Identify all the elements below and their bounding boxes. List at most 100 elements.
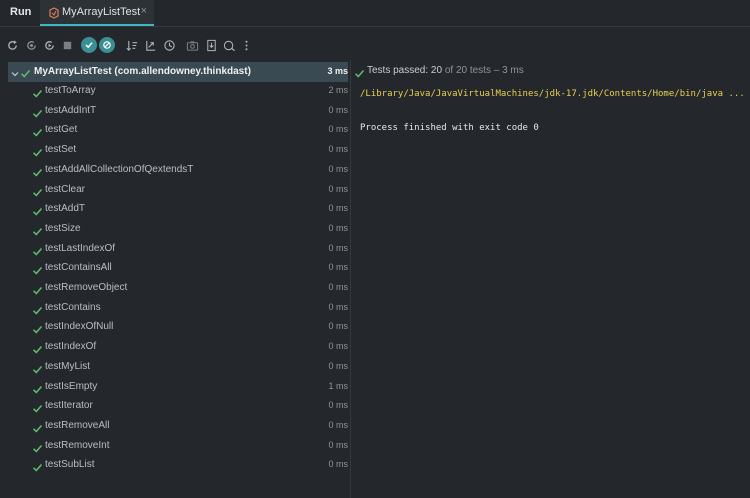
test-name: testSubList bbox=[45, 459, 95, 471]
screenshot-icon[interactable] bbox=[184, 37, 200, 53]
panel-divider[interactable] bbox=[350, 60, 351, 498]
test-row[interactable]: testSize 0 ms bbox=[8, 220, 348, 239]
test-row[interactable]: testSet 0 ms bbox=[8, 141, 348, 160]
test-row[interactable]: testToArray 2 ms bbox=[8, 82, 348, 101]
java-command-line[interactable]: /Library/Java/JavaVirtualMachines/jdk-17… bbox=[360, 89, 745, 99]
test-row[interactable]: testLastIndexOf 0 ms bbox=[8, 240, 348, 259]
tab-myarraylisttest[interactable]: MyArrayListTest × bbox=[40, 0, 154, 26]
test-name: testAddAllCollectionOfQextendsT bbox=[45, 163, 194, 175]
process-exit-message: Process finished with exit code 0 bbox=[360, 123, 539, 133]
test-row[interactable]: testRemoveObject 0 ms bbox=[8, 279, 348, 298]
stop-icon[interactable] bbox=[59, 37, 75, 53]
test-row[interactable]: testAddIntT 0 ms bbox=[8, 102, 348, 121]
test-duration: 0 ms bbox=[328, 124, 348, 135]
test-name: testRemoveInt bbox=[45, 439, 110, 451]
passed-check-icon bbox=[32, 283, 43, 295]
test-row[interactable]: testClear 0 ms bbox=[8, 181, 348, 200]
passed-check-icon bbox=[32, 165, 43, 177]
test-suite-row[interactable]: MyArrayListTest (com.allendowney.thinkda… bbox=[8, 62, 348, 82]
test-duration: 1 ms bbox=[328, 380, 348, 391]
test-duration: 0 ms bbox=[328, 203, 348, 214]
test-duration: 0 ms bbox=[328, 459, 348, 470]
test-name: testClear bbox=[45, 183, 86, 195]
test-row[interactable]: testRemoveInt 0 ms bbox=[8, 437, 348, 456]
tests-passed-summary: Tests passed: 20 of 20 tests – 3 ms bbox=[367, 65, 524, 76]
test-row[interactable]: testIterator 0 ms bbox=[8, 397, 348, 416]
passed-check-icon bbox=[32, 322, 43, 335]
passed-check-icon bbox=[32, 106, 43, 118]
test-row[interactable]: testGet 0 ms bbox=[8, 121, 348, 140]
passed-check-icon bbox=[354, 66, 365, 78]
test-name: testAddT bbox=[45, 203, 86, 215]
passed-check-icon bbox=[32, 342, 43, 354]
more-icon[interactable] bbox=[238, 37, 254, 53]
passed-check-icon bbox=[32, 382, 43, 394]
test-config-icon bbox=[48, 6, 60, 19]
rerun-failed-icon[interactable] bbox=[23, 37, 39, 53]
test-duration: 0 ms bbox=[328, 360, 348, 371]
passed-check-icon bbox=[32, 401, 43, 413]
passed-check-icon bbox=[32, 125, 43, 138]
export-icon[interactable] bbox=[221, 37, 237, 53]
rerun-auto-icon[interactable] bbox=[41, 37, 57, 53]
run-toolbar bbox=[0, 34, 750, 56]
test-duration: 2 ms bbox=[328, 85, 348, 95]
test-row[interactable]: testRemoveAll 0 ms bbox=[8, 417, 348, 436]
test-duration: 0 ms bbox=[328, 301, 348, 312]
test-row[interactable]: testIndexOfNull 0 ms bbox=[8, 318, 348, 337]
test-duration: 0 ms bbox=[328, 282, 348, 292]
test-duration: 0 ms bbox=[328, 222, 348, 233]
passed-check-icon bbox=[32, 145, 43, 157]
tab-title: MyArrayListTest bbox=[62, 6, 141, 18]
test-duration: 0 ms bbox=[328, 341, 348, 352]
passed-check-icon bbox=[32, 204, 43, 216]
passed-check-icon bbox=[32, 460, 43, 472]
test-duration: 0 ms bbox=[328, 144, 348, 155]
chevron-down-icon[interactable] bbox=[10, 66, 20, 77]
test-name: testAddIntT bbox=[45, 104, 97, 116]
test-duration: 0 ms bbox=[328, 262, 348, 273]
test-duration: 0 ms bbox=[328, 242, 348, 253]
test-row[interactable]: testMyList 0 ms bbox=[8, 358, 348, 377]
test-row[interactable]: testContains 0 ms bbox=[8, 299, 348, 318]
passed-check-icon bbox=[32, 303, 43, 315]
passed-check-icon bbox=[32, 244, 43, 256]
test-results-tree: MyArrayListTest (com.allendowney.thinkda… bbox=[0, 60, 350, 498]
test-name: testRemoveAll bbox=[45, 419, 110, 431]
test-duration: 0 ms bbox=[328, 400, 348, 411]
show-ignored-icon[interactable] bbox=[99, 37, 115, 53]
test-row[interactable]: testAddAllCollectionOfQextendsT 0 ms bbox=[8, 161, 348, 180]
console-output: /Library/Java/JavaVirtualMachines/jdk-17… bbox=[360, 89, 745, 133]
tool-window-tabbar: Run MyArrayListTest × bbox=[0, 0, 750, 27]
test-duration: 0 ms bbox=[328, 104, 348, 115]
test-duration: 0 ms bbox=[328, 183, 348, 194]
show-passed-icon[interactable] bbox=[81, 37, 97, 53]
passed-check-icon bbox=[32, 263, 43, 275]
import-icon[interactable] bbox=[203, 37, 219, 53]
suite-name: MyArrayListTest (com.allendowney.thinkda… bbox=[34, 66, 251, 77]
test-duration: 0 ms bbox=[328, 439, 348, 450]
passed-check-icon bbox=[20, 66, 31, 78]
test-name: testContains bbox=[45, 301, 101, 313]
test-row[interactable]: testIndexOf 0 ms bbox=[8, 338, 348, 357]
passed-check-icon bbox=[32, 185, 43, 197]
passed-check-icon bbox=[32, 421, 43, 433]
sort-duration-icon[interactable] bbox=[142, 37, 158, 53]
rerun-icon[interactable] bbox=[4, 37, 20, 53]
test-name: testLastIndexOf bbox=[45, 242, 116, 254]
test-name: testMyList bbox=[45, 360, 91, 372]
test-name: testToArray bbox=[45, 85, 96, 96]
test-row[interactable]: testSubList 0 ms bbox=[8, 456, 348, 475]
test-name: testIndexOf bbox=[45, 341, 97, 353]
history-icon[interactable] bbox=[161, 37, 177, 53]
test-duration: 0 ms bbox=[328, 163, 348, 174]
close-icon[interactable]: × bbox=[141, 5, 147, 17]
sort-alpha-icon[interactable] bbox=[124, 37, 140, 53]
test-name: testIsEmpty bbox=[45, 380, 98, 392]
passed-check-icon bbox=[32, 441, 43, 453]
test-row[interactable]: testAddT 0 ms bbox=[8, 200, 348, 219]
test-row[interactable]: testContainsAll 0 ms bbox=[8, 259, 348, 278]
test-duration: 0 ms bbox=[328, 321, 348, 332]
test-row[interactable]: testIsEmpty 1 ms bbox=[8, 378, 348, 397]
test-name: testSize bbox=[45, 222, 81, 234]
